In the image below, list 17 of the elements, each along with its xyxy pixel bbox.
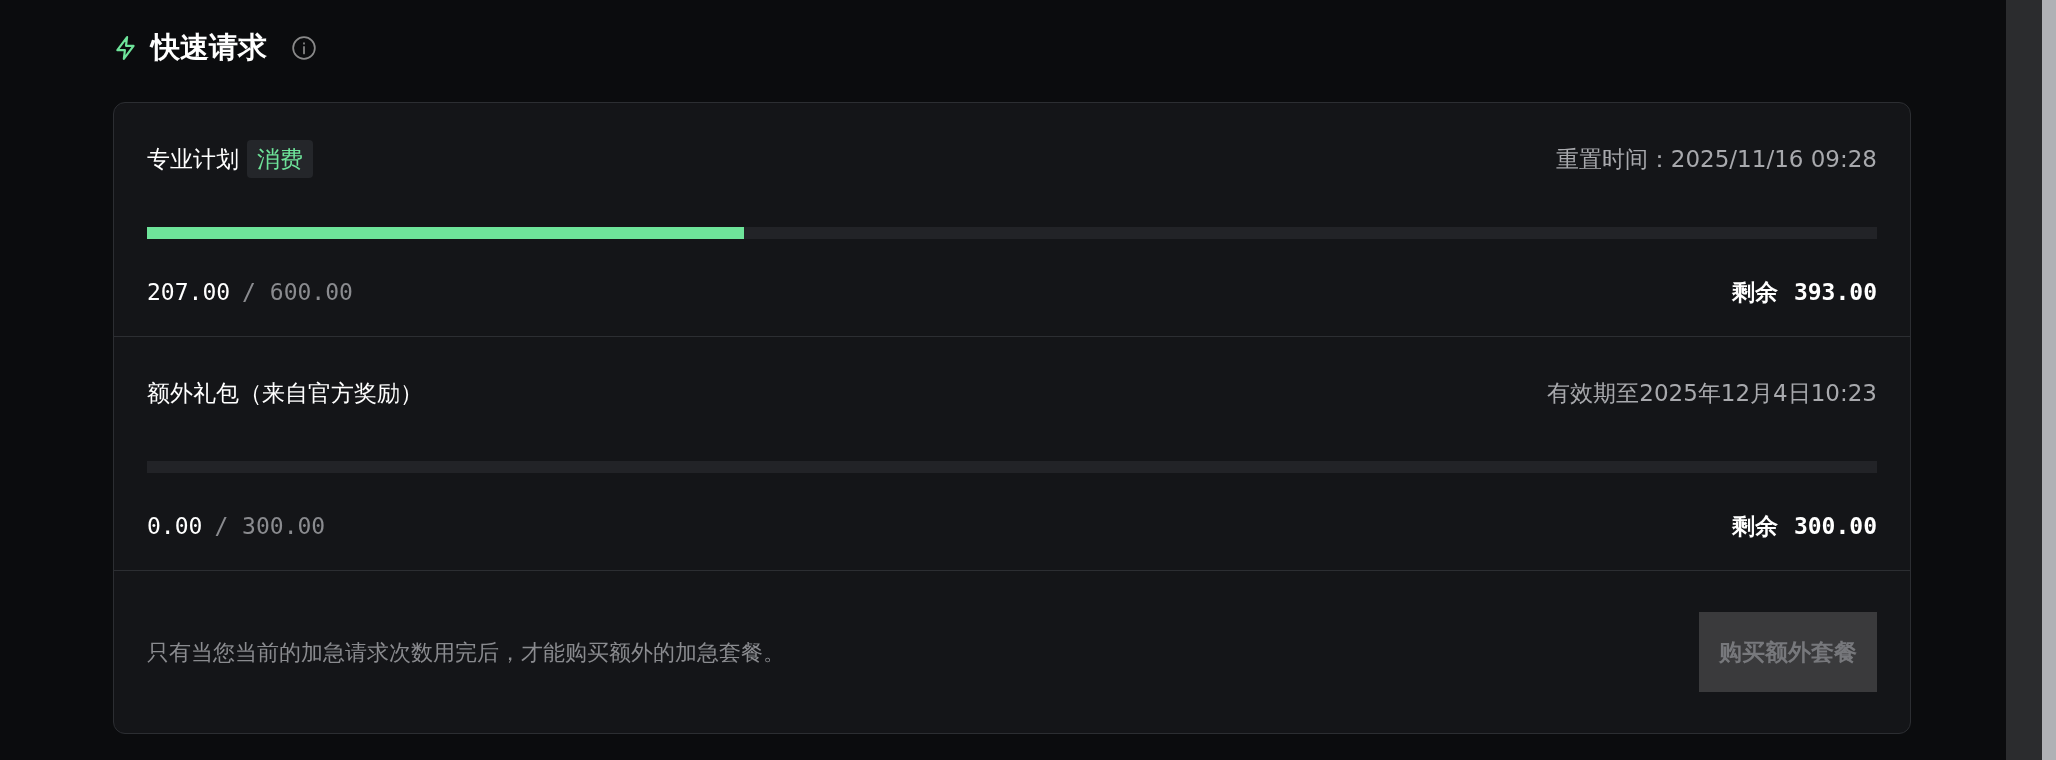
plan-date: 重置时间：2025/11/16 09:28: [1555, 144, 1877, 174]
used-count: 207.00: [147, 278, 231, 307]
footer-note: 只有当您当前的加急请求次数用完后，才能购买额外的加急套餐。: [147, 638, 785, 667]
scrollbar[interactable]: [2042, 0, 2056, 760]
plan-name: 专业计划: [147, 144, 239, 174]
plan-date: 有效期至2025年12月4日10:23: [1547, 378, 1877, 408]
used-count: 0.00: [147, 512, 203, 541]
remaining-label: 剩余: [1731, 512, 1778, 541]
plan-tag: 消费: [247, 139, 313, 179]
info-icon[interactable]: [291, 35, 317, 61]
remaining-count: 300.00: [1793, 512, 1877, 541]
total-count: / 600.00: [242, 278, 353, 307]
total-count: / 300.00: [214, 512, 326, 541]
plan-name: 额外礼包（来自官方奖励）: [147, 378, 423, 408]
remaining-count: 393.00: [1793, 278, 1877, 307]
section-title: 快速请求: [151, 29, 267, 67]
remaining-label: 剩余: [1731, 278, 1778, 307]
